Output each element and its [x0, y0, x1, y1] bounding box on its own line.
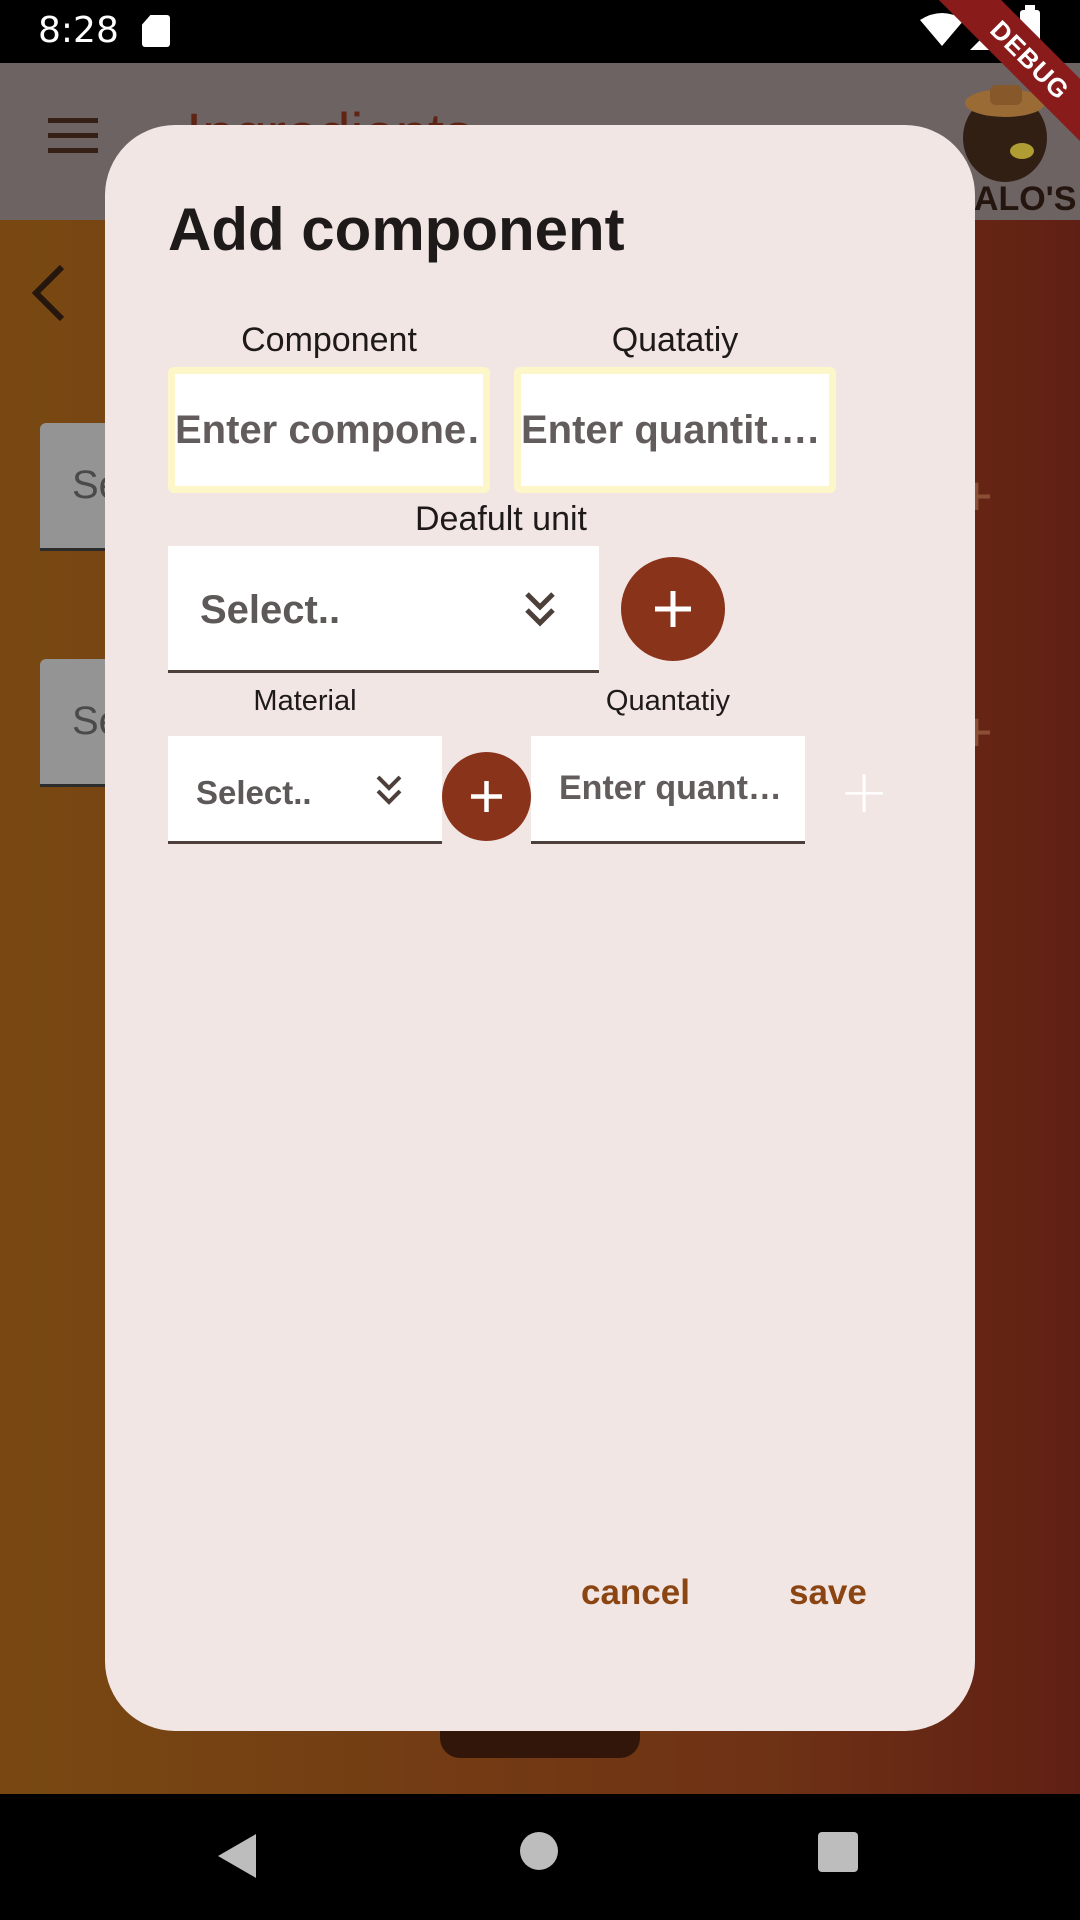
add-unit-button[interactable] — [621, 557, 725, 661]
status-bar: 8:28 — [0, 0, 1080, 63]
default-unit-dropdown[interactable]: Select.. — [168, 546, 599, 673]
component-field[interactable] — [168, 367, 490, 493]
nav-recents-icon[interactable] — [818, 1832, 858, 1872]
material-quantity-field[interactable] — [531, 736, 805, 844]
material-dropdown[interactable]: Select.. — [168, 736, 442, 844]
add-row-plus-icon[interactable]: + — [839, 757, 889, 827]
dialog-title: Add component — [168, 196, 625, 263]
material-quantity-label: Quantatiy — [605, 685, 731, 717]
chevron-double-down-icon — [376, 775, 402, 805]
quantity-label: Quatatiy — [611, 321, 739, 359]
cancel-button[interactable]: cancel — [581, 1573, 690, 1613]
component-input[interactable] — [175, 374, 483, 486]
nav-home-icon[interactable] — [520, 1832, 558, 1870]
quantity-input[interactable] — [521, 374, 829, 486]
plus-icon — [655, 591, 691, 627]
quantity-field[interactable] — [514, 367, 836, 493]
material-value: Select.. — [196, 774, 312, 811]
add-component-dialog: Add component Component Quatatiy Deafult… — [105, 125, 975, 1731]
default-unit-value: Select.. — [200, 588, 341, 632]
material-quantity-input[interactable] — [531, 736, 805, 841]
navigation-bar — [0, 1794, 1080, 1920]
status-time: 8:28 — [38, 10, 119, 51]
default-unit-label: Deafult unit — [415, 500, 587, 538]
nav-back-icon[interactable] — [218, 1834, 256, 1878]
add-material-button[interactable] — [442, 752, 531, 841]
plus-icon — [471, 781, 502, 812]
material-label: Material — [253, 685, 357, 717]
chevron-double-down-icon — [525, 592, 555, 627]
save-button[interactable]: save — [789, 1573, 867, 1613]
component-label: Component — [241, 321, 417, 359]
sd-card-icon — [142, 15, 170, 47]
